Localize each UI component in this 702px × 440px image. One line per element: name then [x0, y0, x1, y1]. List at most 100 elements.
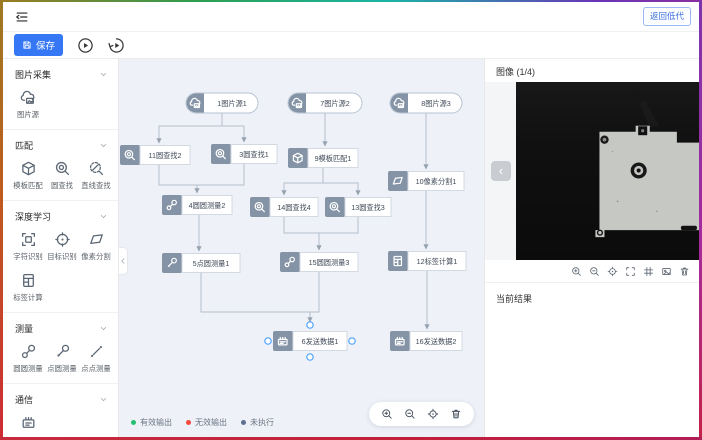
- sidebar-item-comm-device[interactable]: [11, 414, 45, 434]
- image-frame-icon: [661, 266, 672, 277]
- legend-dot: [241, 420, 246, 425]
- zoom-out-button[interactable]: [404, 408, 416, 420]
- canvas-zoom-toolbar: [369, 402, 474, 426]
- previous-image-button[interactable]: [491, 161, 511, 181]
- sidebar-item-直线查找[interactable]: 直线查找: [79, 160, 113, 191]
- flow-node-label: 7图片源2: [320, 99, 350, 108]
- main-body: 图片采集图片源匹配模板匹配圆查找直线查找深度学习字符识别目标识别像素分割标签计算…: [3, 59, 699, 437]
- zoom-in-button[interactable]: [381, 408, 393, 420]
- sidebar-section-header[interactable]: 测量: [3, 320, 118, 339]
- sidebar-section-header[interactable]: 匹配: [3, 137, 118, 156]
- sidebar-item-圆圆测量[interactable]: 圆圆测量: [11, 343, 45, 374]
- zoom-out-button[interactable]: [589, 266, 600, 277]
- section-items: 字符识别目标识别像素分割标签计算: [3, 227, 118, 303]
- flow-edge: [310, 272, 319, 312]
- flow-node-label: 9模板匹配1: [315, 154, 352, 163]
- run-button[interactable]: [77, 37, 94, 54]
- trash-icon: [450, 408, 462, 420]
- trash-button[interactable]: [450, 408, 462, 420]
- sidebar-section-header[interactable]: 通信: [3, 391, 118, 410]
- sidebar-item-label: 像素分割: [81, 251, 110, 261]
- flow-node-n8[interactable]: 8图片源3: [390, 93, 462, 113]
- top-header: 返回低代: [3, 2, 699, 32]
- current-results-title: 当前结果: [485, 283, 699, 305]
- locate-button[interactable]: [607, 266, 618, 277]
- sidebar-section: 匹配模板匹配圆查找直线查找: [3, 130, 118, 201]
- legend-dot: [131, 420, 136, 425]
- sidebar-item-像素分割[interactable]: 像素分割: [79, 231, 113, 262]
- section-items: [3, 410, 118, 434]
- menu-fold-icon[interactable]: [15, 10, 29, 24]
- fullscreen-button[interactable]: [625, 266, 636, 277]
- flow-node-n7[interactable]: 7图片源2: [288, 93, 362, 113]
- flow-node-n6[interactable]: 6发送数据1: [265, 322, 355, 360]
- flow-node-n1[interactable]: 1图片源1: [186, 93, 258, 113]
- sidebar-item-label: 圆圆测量: [13, 363, 42, 373]
- flow-node-label: 5点圆测量1: [193, 259, 230, 268]
- save-button[interactable]: 保存: [14, 34, 63, 56]
- locate-icon: [607, 266, 618, 277]
- flow-node-n9[interactable]: 9模板匹配1: [288, 148, 358, 168]
- sidebar-item-圆查找[interactable]: 圆查找: [45, 160, 79, 191]
- cube-icon: [20, 160, 37, 177]
- sidebar-item-标签计算[interactable]: 标签计算: [11, 272, 45, 303]
- image-panel-title: 图像 (1/4): [485, 59, 699, 82]
- grid-button[interactable]: [643, 266, 654, 277]
- sidebar-item-目标识别[interactable]: 目标识别: [45, 231, 79, 262]
- sidebar-item-模板匹配[interactable]: 模板匹配: [11, 160, 45, 191]
- fullscreen-icon: [625, 266, 636, 277]
- sidebar-item-点点测量[interactable]: 点点测量: [79, 343, 113, 374]
- flow-edge: [284, 168, 323, 195]
- flow-node-n14[interactable]: 14圆查找4: [250, 197, 318, 217]
- legend-item: 无效输出: [186, 417, 227, 428]
- flow-node-n10[interactable]: 10像素分割1: [388, 171, 464, 191]
- flow-node-n12[interactable]: 12标签计算1: [388, 251, 466, 271]
- locate-button[interactable]: [427, 408, 439, 420]
- flow-node-n15[interactable]: 15圆圆测量3: [280, 252, 358, 272]
- selection-handle[interactable]: [265, 338, 271, 344]
- selection-handle[interactable]: [307, 354, 313, 360]
- sidebar: 图片采集图片源匹配模板匹配圆查找直线查找深度学习字符识别目标识别像素分割标签计算…: [3, 59, 119, 437]
- chevron-down-icon: [99, 212, 108, 221]
- flow-edge: [159, 165, 197, 193]
- sidebar-collapse-handle[interactable]: [119, 247, 128, 275]
- sidebar-item-label: 点圆测量: [47, 363, 76, 373]
- trash-button[interactable]: [679, 266, 690, 277]
- flow-node-n3[interactable]: 3圆查找1: [211, 144, 277, 164]
- circle-find-icon: [54, 160, 71, 177]
- chevron-down-icon: [99, 395, 108, 404]
- sidebar-section-header[interactable]: 图片采集: [3, 66, 118, 85]
- flow-node-label: 14圆查找4: [277, 203, 311, 212]
- legend-label: 未执行: [250, 417, 274, 428]
- flow-node-label: 3圆查找1: [239, 150, 269, 159]
- measure-cc-icon: [20, 343, 37, 360]
- sidebar-section-header[interactable]: 深度学习: [3, 208, 118, 227]
- back-to-lowcode-button[interactable]: 返回低代: [643, 7, 691, 26]
- flow-node-label: 1图片源1: [217, 99, 247, 108]
- image-frame-button[interactable]: [661, 266, 672, 277]
- flow-node-n5[interactable]: 5点圆测量1: [162, 253, 240, 273]
- locate-icon: [427, 408, 439, 420]
- flow-node-n13[interactable]: 13圆查找3: [325, 197, 391, 217]
- section-items: 圆圆测量点圆测量点点测量: [3, 339, 118, 374]
- step-run-button[interactable]: [108, 37, 125, 54]
- sidebar-item-图片源[interactable]: 图片源: [11, 89, 45, 120]
- doc-calc-icon: [20, 272, 37, 289]
- measure-pp-icon: [88, 343, 105, 360]
- viewer-nav-strip: [485, 82, 516, 260]
- flow-node-label: 13圆查找3: [351, 203, 385, 212]
- section-items: 图片源: [3, 85, 118, 120]
- sidebar-item-点圆测量[interactable]: 点圆测量: [45, 343, 79, 374]
- zoom-in-button[interactable]: [571, 266, 582, 277]
- flow-node-n4[interactable]: 4圆圆测量2: [162, 195, 232, 215]
- selection-handle[interactable]: [307, 322, 313, 328]
- selection-handle[interactable]: [349, 338, 355, 344]
- chevron-down-icon: [99, 141, 108, 150]
- flow-node-n16[interactable]: 16发送数据2: [390, 331, 462, 351]
- flow-node-n11[interactable]: 11圆查找2: [120, 145, 190, 165]
- sidebar-item-字符识别[interactable]: 字符识别: [11, 231, 45, 262]
- camera-image[interactable]: [516, 82, 699, 260]
- sidebar-item-label: 圆查找: [51, 180, 73, 190]
- comm-device-icon: [20, 414, 37, 431]
- flow-canvas[interactable]: 1图片源1 7图片源2 8图片源3 11圆查找2 3圆查找1 9模板匹配1 10像素分割1 4…: [119, 59, 484, 437]
